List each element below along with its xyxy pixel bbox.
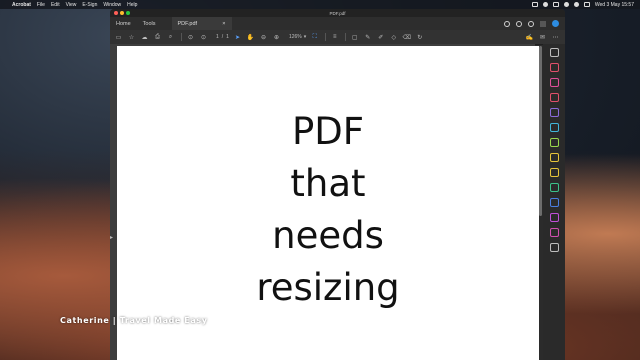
more-tools-icon[interactable] [549,243,559,252]
status-screen-icon[interactable] [531,2,538,7]
email-icon[interactable]: ✉ [538,33,547,42]
highlight-pen-icon[interactable]: ✎ [363,33,372,42]
pdf-text-line: resizing [256,266,400,309]
left-panel-toggle-icon[interactable]: ▸ [110,234,114,244]
vertical-scrollbar[interactable] [539,46,542,216]
upload-cloud-icon[interactable]: ☁ [140,33,149,42]
comment-icon[interactable]: ▢ [350,33,359,42]
previous-page-icon[interactable]: ⊙ [186,33,195,42]
document-tab-label: PDF.pdf [177,20,198,27]
more-options-icon[interactable]: ⋯ [551,33,560,42]
menu-clock[interactable]: Wed 3 May 15:57 [595,2,634,8]
compress-icon[interactable] [549,228,559,237]
pdf-text-line: that [290,162,366,205]
window-title: PDF.pdf [329,10,346,16]
combine-files-icon[interactable] [549,138,559,147]
text-select-icon[interactable]: ≡ [330,33,339,42]
main-toolbar: ▭ ☆ ☁ ⎙ ⌕ ⊙ ⊙ 1 / 1 ➤ ✋ ⊖ ⊕ 126% ▾ ⛶ ≡ ▢… [110,30,565,45]
page-indicator[interactable]: 1 / 1 [216,34,229,40]
export-pdf-icon[interactable] [549,63,559,72]
document-tab[interactable]: PDF.pdf × [171,17,232,30]
request-signatures-icon[interactable] [549,213,559,222]
window-titlebar: PDF.pdf [110,9,565,17]
page-separator: / [221,34,224,40]
help-icon[interactable] [516,20,522,27]
hand-tool-icon[interactable]: ✋ [246,33,255,42]
marquee-zoom-icon[interactable]: ⛶ [310,33,319,42]
pdf-text-line: PDF [291,110,365,153]
rotate-icon[interactable]: ↻ [415,33,424,42]
print-icon[interactable]: ⎙ [153,33,162,42]
apps-grid-icon[interactable] [540,20,546,27]
right-tools-pane [543,44,565,360]
user-avatar[interactable] [552,20,559,27]
tab-home[interactable]: Home [110,21,137,27]
search-icon[interactable]: ⌕ [166,33,175,42]
next-page-icon[interactable]: ⊙ [199,33,208,42]
page-total: 1 [226,34,229,40]
menu-esign[interactable]: E-Sign [82,2,97,8]
battery-icon[interactable] [552,2,559,7]
zoom-out-icon[interactable]: ⊖ [259,33,268,42]
pdf-text-line: needs [272,214,384,257]
menu-edit[interactable]: Edit [51,2,60,8]
close-tab-icon[interactable]: × [222,21,225,27]
organize-pages-icon[interactable] [549,123,559,132]
fill-sign-pen-icon[interactable]: ✍ [525,33,534,42]
stamp-icon[interactable]: ◇ [389,33,398,42]
print-production-icon[interactable] [549,183,559,192]
notifications-bell-icon[interactable] [528,20,534,27]
document-viewport: ▸ PDF that needs resizing [110,44,539,360]
chevron-down-icon: ▾ [303,34,307,40]
comment-icon[interactable] [549,168,559,177]
page-current[interactable]: 1 [216,34,219,40]
toolbar-divider [345,33,347,41]
menu-window[interactable]: Window [103,2,121,8]
share-icon[interactable] [504,20,510,27]
wifi-icon[interactable] [563,2,569,7]
fill-sign-icon[interactable] [549,108,559,117]
zoom-value: 126% [288,34,302,40]
protect-icon[interactable] [549,198,559,207]
spotlight-search-icon[interactable] [573,2,579,7]
tabbar-right-icons [504,20,565,27]
select-cursor-icon[interactable]: ➤ [233,33,242,42]
tab-bar: Home Tools PDF.pdf × [110,17,565,30]
create-pdf-icon[interactable] [549,93,559,102]
delete-icon[interactable]: ⌫ [402,33,411,42]
menu-view[interactable]: View [66,2,77,8]
edit-pdf-icon[interactable] [549,78,559,87]
bookmark-star-icon[interactable]: ☆ [127,33,136,42]
toolbar-divider [181,33,182,41]
tab-tools[interactable]: Tools [137,21,162,27]
menu-help[interactable]: Help [127,2,137,8]
zoom-level-select[interactable]: 126% ▾ [289,34,306,40]
search-zoom-icon[interactable] [549,48,559,57]
save-icon[interactable]: ▭ [114,33,123,42]
acrobat-window: PDF.pdf Home Tools PDF.pdf × ▭ ☆ ☁ ⎙ ⌕ ⊙… [110,9,565,360]
control-center-icon[interactable] [583,2,590,7]
draw-icon[interactable]: ✐ [376,33,385,42]
menu-bar: Acrobat File Edit View E-Sign Window Hel… [0,0,640,9]
pdf-page: PDF that needs resizing [117,46,539,360]
status-record-icon[interactable] [542,2,548,7]
toolbar-divider [325,33,327,41]
video-watermark: Catherine | Travel Made Easy [60,316,208,325]
scan-ocr-icon[interactable] [549,153,559,162]
menu-file[interactable]: File [37,2,45,8]
zoom-in-icon[interactable]: ⊕ [272,33,281,42]
menu-app-name[interactable]: Acrobat [12,2,31,8]
